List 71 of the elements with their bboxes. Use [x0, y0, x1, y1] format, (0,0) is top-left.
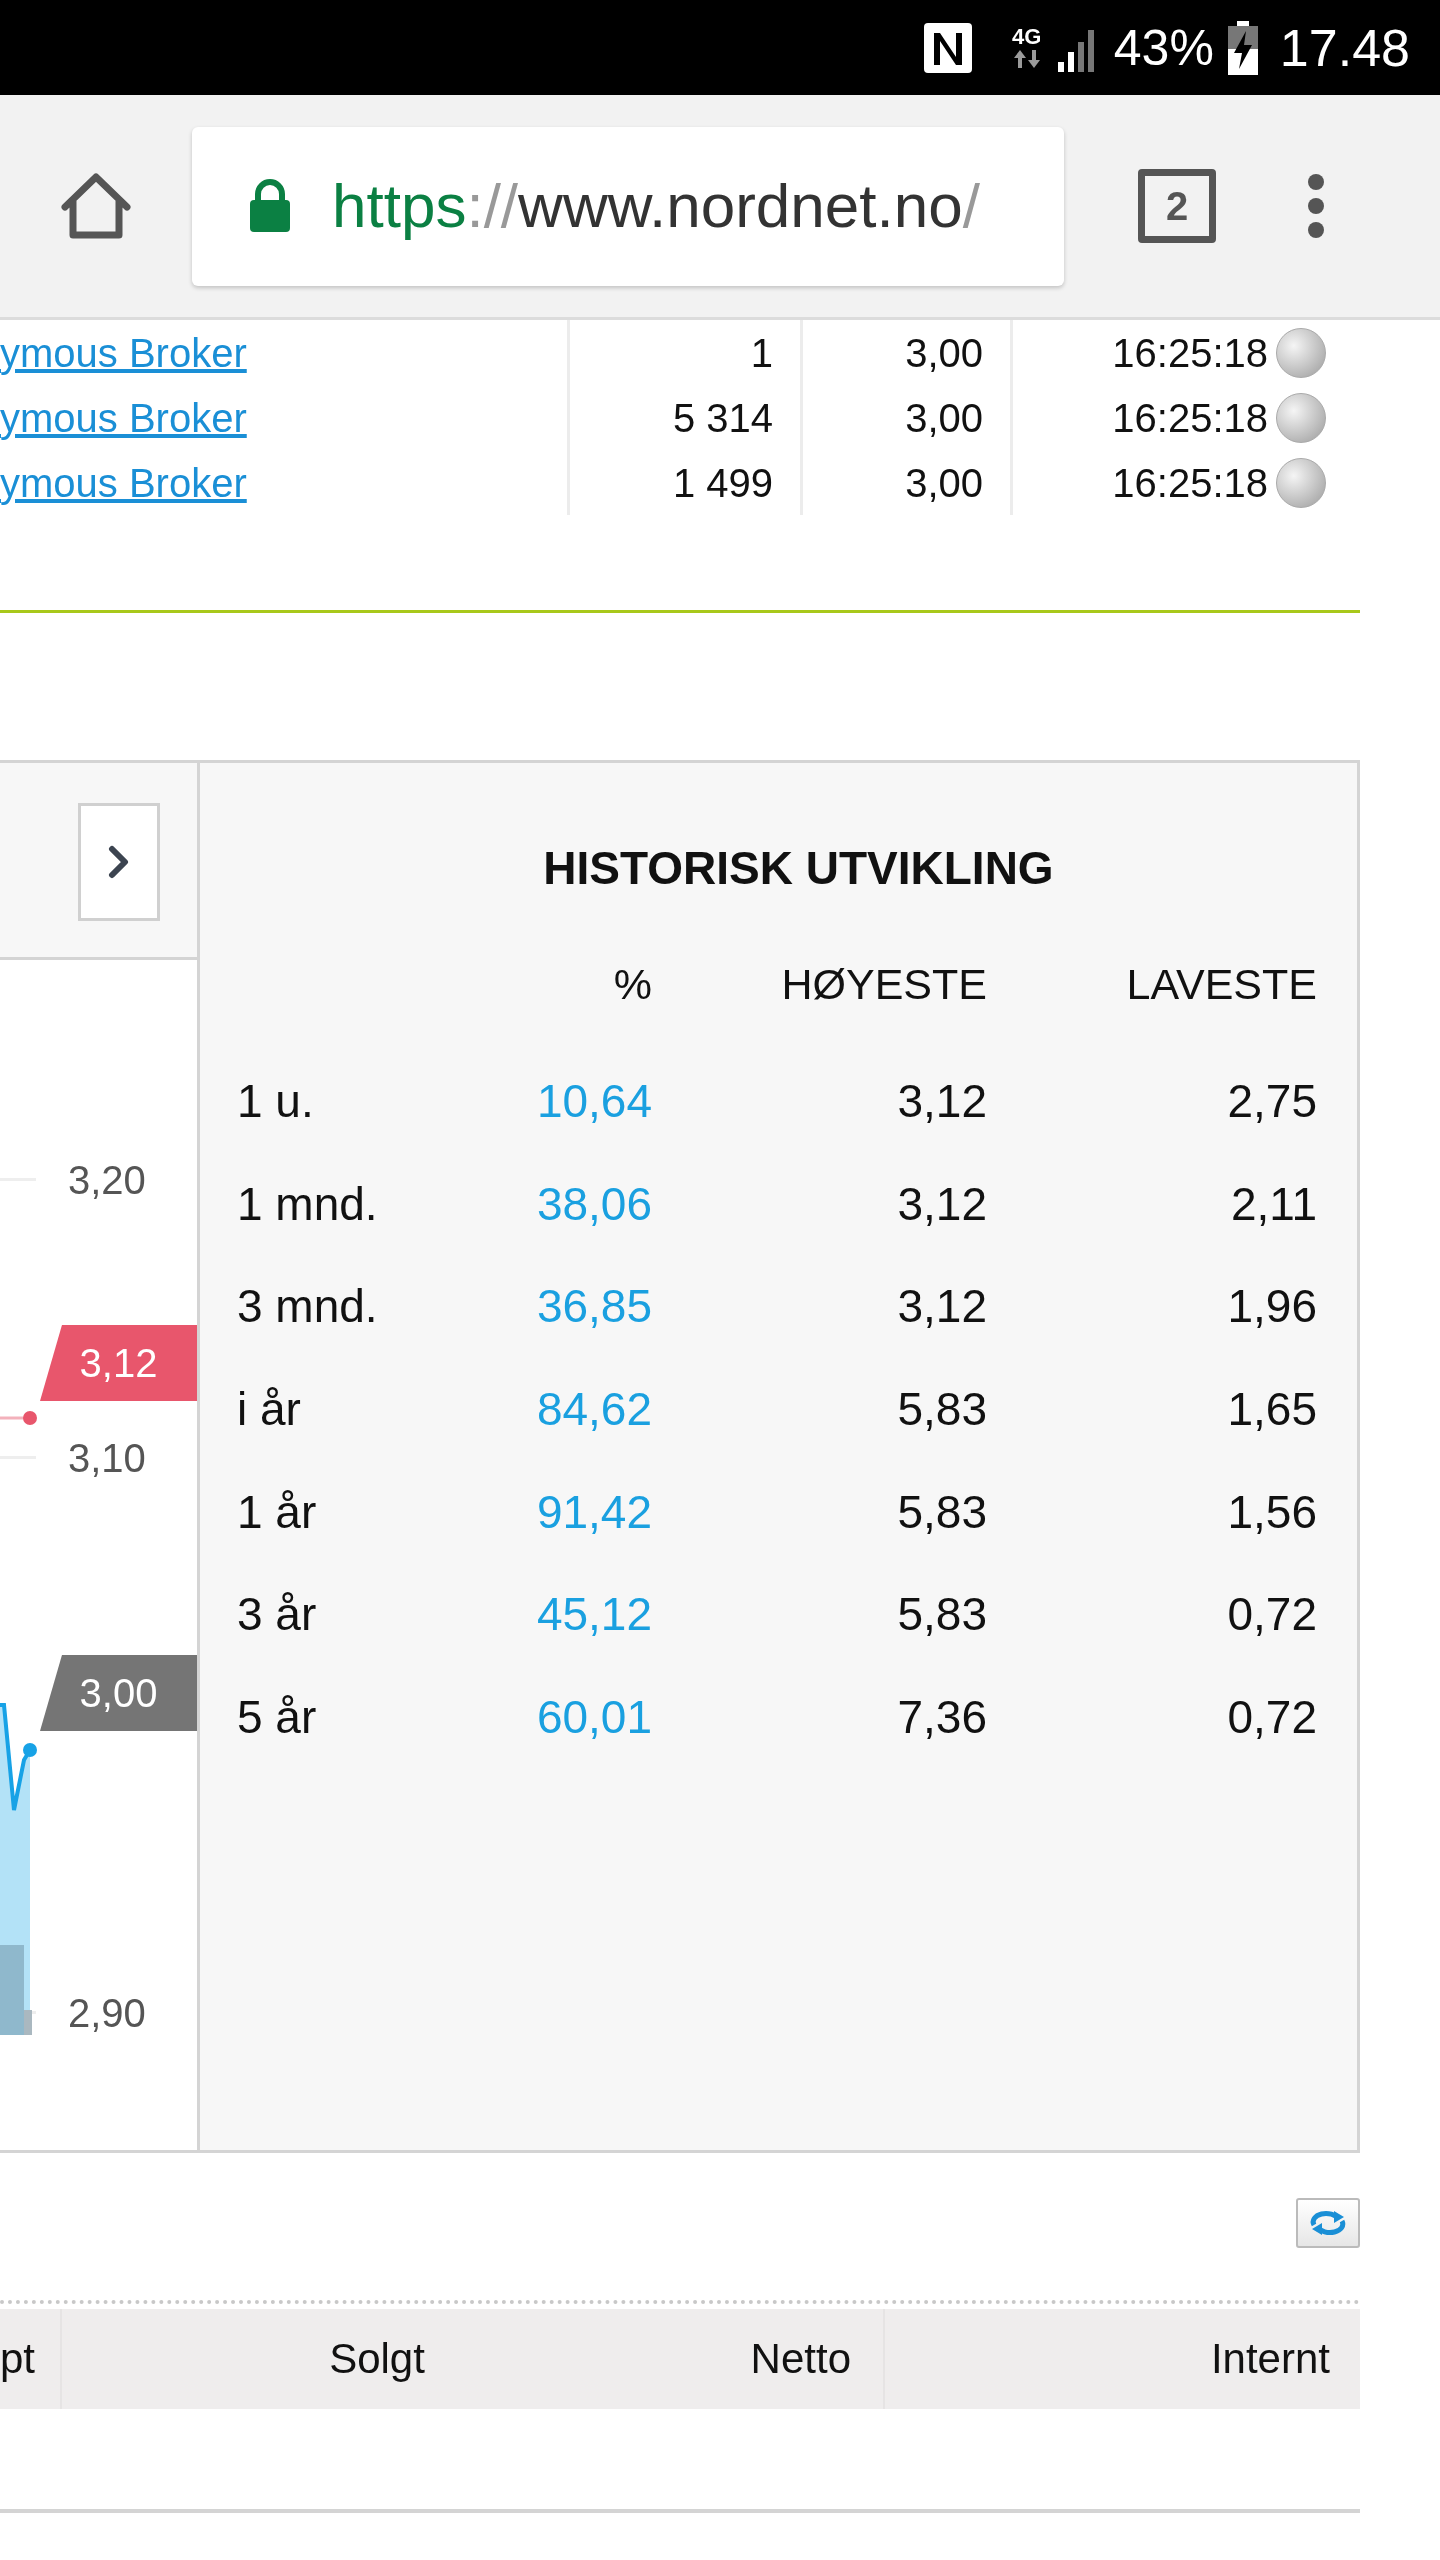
change-cell-text: 36,85: [535, 1283, 652, 1330]
refresh-button[interactable]: [1296, 2198, 1360, 2248]
low-cell-text: 2,75: [1226, 1078, 1317, 1125]
network-icon: 4G: [1011, 25, 1042, 70]
address-bar[interactable]: https://www.nordnet.no/: [192, 126, 1064, 286]
period-label: 1 mnd.: [237, 1180, 379, 1227]
high-cell-text: 7,36: [896, 1693, 987, 1740]
menu-button[interactable]: [1306, 172, 1326, 240]
column-header: LAVESTE: [1125, 963, 1317, 1006]
price-point: [23, 1743, 37, 1757]
period-label: i år: [237, 1386, 302, 1433]
axis-label: 3,10: [68, 1438, 146, 1478]
low-cell-text: 0,72: [1226, 1693, 1317, 1740]
high-cell-text: 3,12: [896, 1180, 987, 1227]
column-header: HØYESTE: [780, 963, 987, 1006]
broker-link[interactable]: ymous Broker: [0, 332, 247, 373]
column-header: %: [612, 963, 652, 1006]
change-cell-text: 45,12: [535, 1591, 652, 1638]
low-cell-text: 0,72: [1226, 1591, 1317, 1638]
time-cell: 16:25:18: [1112, 462, 1268, 503]
low-cell-text: 1,96: [1226, 1283, 1317, 1330]
section-title: HISTORISK UTVIKLING: [542, 845, 1055, 891]
column-header: pt: [0, 2338, 36, 2380]
period-label: 3 år: [237, 1591, 318, 1638]
broker-link[interactable]: ymous Broker: [0, 397, 247, 438]
nfc-icon: [921, 20, 974, 75]
price-cell: 3,00: [905, 397, 983, 438]
more-icon: [1306, 172, 1326, 240]
change-cell-text: 10,64: [535, 1078, 652, 1125]
high-cell-text: 5,83: [896, 1386, 987, 1433]
battery-charging-icon: [1227, 20, 1258, 75]
low-cell-text: 1,56: [1226, 1488, 1317, 1535]
chevron-right-icon: [108, 845, 130, 879]
high-cell-text: 5,83: [896, 1488, 987, 1535]
price-cell: 3,00: [905, 462, 983, 503]
refresh-icon: [1308, 2209, 1348, 2237]
period-label: 3 mnd.: [237, 1283, 379, 1330]
low-cell-text: 1,65: [1226, 1386, 1317, 1433]
column-header: Internt: [1210, 2338, 1330, 2380]
price-tag: 3,12: [40, 1325, 197, 1401]
high-cell-text: 3,12: [896, 1078, 987, 1125]
price-cell: 3,00: [905, 332, 983, 373]
price-tag: 3,00: [40, 1655, 197, 1731]
high-cell-text: 5,83: [896, 1591, 987, 1638]
broker-link[interactable]: ymous Broker: [0, 462, 247, 503]
home-icon: [59, 171, 133, 241]
quantity-cell: 1 499: [672, 462, 773, 503]
change-cell-text: 84,62: [535, 1386, 652, 1433]
quantity-cell: 5 314: [672, 397, 773, 438]
time-cell: 16:25:18: [1112, 397, 1268, 438]
change-cell-text: 60,01: [535, 1693, 652, 1740]
column-header: Solgt: [329, 2338, 425, 2380]
axis-label: 3,20: [68, 1160, 146, 1200]
column-header: Netto: [750, 2338, 851, 2380]
time-cell: 16:25:18: [1112, 332, 1268, 373]
period-label: 5 år: [237, 1693, 318, 1740]
clock-time: 17.48: [1279, 21, 1410, 74]
high-cell-text: 3,12: [896, 1283, 987, 1330]
change-cell-text: 91,42: [535, 1488, 652, 1535]
battery-percentage: 43%: [1113, 22, 1214, 73]
tab-count-button[interactable]: 2: [1138, 169, 1216, 243]
period-label: 1 år: [237, 1488, 318, 1535]
axis-label: 2,90: [68, 1993, 146, 2033]
change-cell-text: 38,06: [535, 1180, 652, 1227]
low-cell-text: 2,11: [1229, 1180, 1317, 1227]
quantity-cell: 1: [750, 332, 773, 373]
reference-point: [23, 1411, 37, 1425]
next-button[interactable]: [78, 803, 160, 921]
period-label: 1 u.: [237, 1078, 315, 1125]
lock-icon: [248, 178, 292, 234]
up-down-arrows-icon: [1011, 47, 1042, 70]
